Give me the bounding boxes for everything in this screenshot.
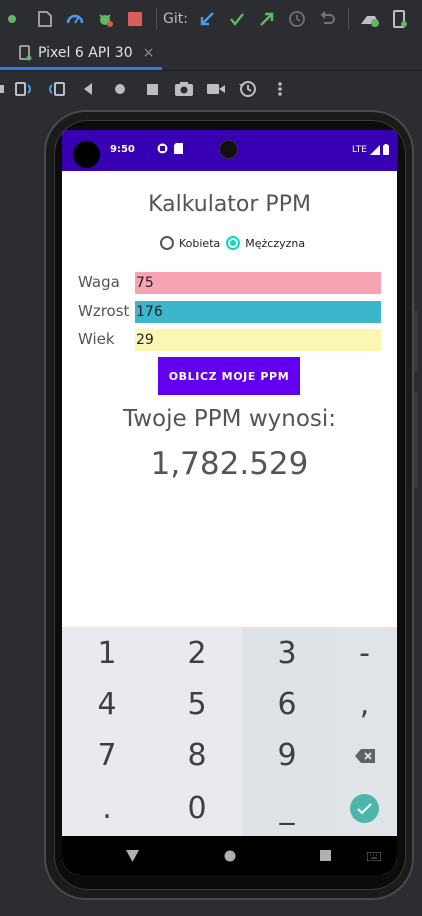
back-icon[interactable]	[72, 76, 104, 102]
git-push-icon[interactable]	[256, 8, 278, 30]
key-3[interactable]: 3	[242, 627, 332, 679]
tab-label: Pixel 6 API 30	[38, 44, 133, 61]
device-manager-icon[interactable]	[359, 8, 381, 30]
key-6[interactable]: 6	[242, 679, 332, 730]
snapshot-icon[interactable]	[232, 76, 264, 102]
camera-icon[interactable]	[168, 76, 200, 102]
ide-toolbar: Git:	[0, 0, 422, 38]
key-5[interactable]: 5	[152, 679, 242, 730]
emulator-toolbar	[0, 72, 422, 106]
key-4[interactable]: 4	[62, 679, 152, 730]
rotate-left-icon[interactable]	[8, 76, 40, 102]
status-time: 9:50	[110, 144, 135, 155]
backspace-icon	[354, 748, 375, 763]
nav-recents-icon[interactable]	[320, 850, 331, 861]
device-icon	[19, 44, 32, 60]
gender-radio-group: Kobieta Mężczyzna	[160, 236, 311, 250]
key-8[interactable]: 8	[152, 730, 242, 781]
radio-kobieta-label[interactable]: Kobieta	[179, 237, 220, 250]
git-history-icon[interactable]	[286, 8, 308, 30]
home-icon[interactable]	[104, 76, 136, 102]
backspace-key[interactable]	[332, 730, 397, 781]
checkmark-icon	[356, 802, 372, 814]
key-7[interactable]: 7	[62, 730, 152, 781]
partial-icon	[0, 76, 8, 102]
calculate-button[interactable]: OBLICZ MOJE PPM	[158, 357, 300, 395]
notification-icons	[142, 143, 183, 154]
emulator-cutout	[73, 141, 100, 168]
result-value: 1,782.529	[150, 446, 309, 482]
git-rollback-icon[interactable]	[316, 8, 338, 30]
signal-icon	[370, 144, 380, 155]
key-9[interactable]: 9	[242, 730, 332, 781]
git-label: Git:	[163, 11, 188, 27]
close-icon[interactable]: ×	[143, 45, 155, 61]
done-button[interactable]	[350, 794, 379, 823]
rotate-right-icon[interactable]	[40, 76, 72, 102]
more-options-icon[interactable]	[264, 76, 296, 102]
video-icon[interactable]	[200, 76, 232, 102]
app-title: Kalkulator PPM	[148, 192, 311, 217]
radio-mezczyzna-label[interactable]: Mężczyzna	[245, 237, 305, 250]
radio-kobieta[interactable]	[160, 236, 174, 250]
tab-bar: Pixel 6 API 30 ×	[0, 38, 422, 71]
volume-button[interactable]	[414, 392, 418, 488]
battery-icon	[383, 144, 389, 155]
network-type: LTE	[352, 144, 367, 155]
height-label: Wzrost	[78, 302, 130, 320]
key-0[interactable]: 0	[152, 781, 242, 836]
tab-pixel-6-api-30[interactable]: Pixel 6 API 30 ×	[0, 38, 162, 70]
front-camera	[219, 140, 238, 159]
phone-screen: 9:50 LTE Kalkulator PPM Kobieta Mężczyzn…	[62, 130, 397, 875]
weight-input[interactable]: 75	[135, 272, 381, 294]
status-bar: 9:50 LTE	[62, 130, 397, 171]
stop-icon[interactable]	[124, 8, 146, 30]
debug-icon[interactable]	[94, 8, 116, 30]
app-notification-icon	[157, 143, 168, 154]
done-key[interactable]	[332, 781, 397, 836]
result-label: Twoje PPM wynosi:	[122, 406, 337, 432]
sd-card-icon	[174, 143, 183, 154]
overview-icon[interactable]	[136, 76, 168, 102]
height-input[interactable]: 176	[135, 301, 381, 323]
status-right: LTE	[352, 144, 389, 155]
profiler-icon[interactable]	[64, 8, 86, 30]
weight-label: Waga	[78, 273, 120, 291]
age-label: Wiek	[78, 330, 115, 348]
age-input[interactable]: 29	[135, 329, 381, 351]
toolbar-divider	[156, 8, 157, 30]
keyboard-grid: 1 2 3 - 4 5 6 , 7 8 9 . 0 _	[62, 627, 397, 836]
key-dot[interactable]: .	[62, 781, 152, 836]
power-button[interactable]	[414, 310, 418, 372]
attach-debugger-icon[interactable]	[34, 8, 56, 30]
toolbar-divider	[347, 8, 349, 30]
keyboard-switch-icon[interactable]	[367, 852, 381, 861]
key-comma[interactable]: ,	[332, 679, 397, 730]
apply-changes-icon[interactable]	[4, 8, 26, 30]
key-2[interactable]: 2	[152, 627, 242, 679]
key-space[interactable]: _	[242, 781, 332, 836]
git-update-icon[interactable]	[196, 8, 218, 30]
radio-mezczyzna[interactable]	[226, 236, 241, 250]
device-mirror-icon[interactable]	[389, 8, 411, 30]
nav-home-icon[interactable]	[224, 850, 236, 862]
nav-back-icon[interactable]	[126, 850, 139, 862]
key-minus[interactable]: -	[332, 627, 397, 679]
git-commit-icon[interactable]	[226, 8, 248, 30]
numeric-keyboard: 1 2 3 - 4 5 6 , 7 8 9 . 0 _	[62, 627, 397, 836]
key-1[interactable]: 1	[62, 627, 152, 679]
navigation-bar	[62, 836, 397, 875]
